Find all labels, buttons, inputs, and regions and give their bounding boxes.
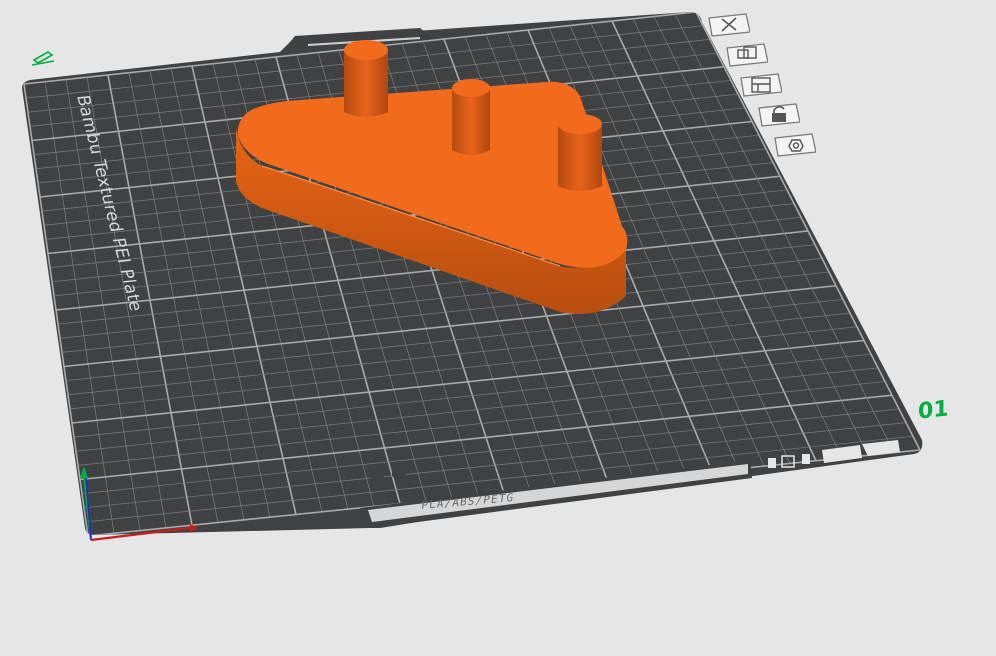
peg-top	[558, 114, 602, 134]
model-peg-3[interactable]	[558, 114, 602, 191]
layout-icon	[740, 73, 783, 97]
3d-viewport[interactable]	[0, 0, 996, 656]
plate-layout-button[interactable]	[738, 72, 783, 97]
plate-qr-icon	[370, 467, 384, 482]
close-icon	[708, 13, 751, 37]
plate-settings-button[interactable]	[772, 132, 817, 157]
lock-icon	[758, 103, 801, 127]
lock-plate-button[interactable]	[756, 102, 801, 127]
plate-badge-icon	[392, 463, 406, 477]
model-peg-2[interactable]	[452, 79, 490, 155]
close-plate-button[interactable]	[706, 12, 751, 37]
peg-body	[452, 90, 490, 155]
peg-top	[452, 79, 490, 97]
peg-body	[344, 52, 388, 117]
edit-plate-name-icon[interactable]	[30, 46, 56, 71]
plate-number: 01	[918, 396, 949, 425]
peg-body	[558, 126, 602, 191]
model-peg-1[interactable]	[344, 40, 388, 117]
settings-icon	[774, 133, 817, 157]
arrange-icon	[726, 43, 769, 67]
peg-top	[344, 40, 388, 60]
auto-arrange-button[interactable]	[724, 42, 769, 67]
